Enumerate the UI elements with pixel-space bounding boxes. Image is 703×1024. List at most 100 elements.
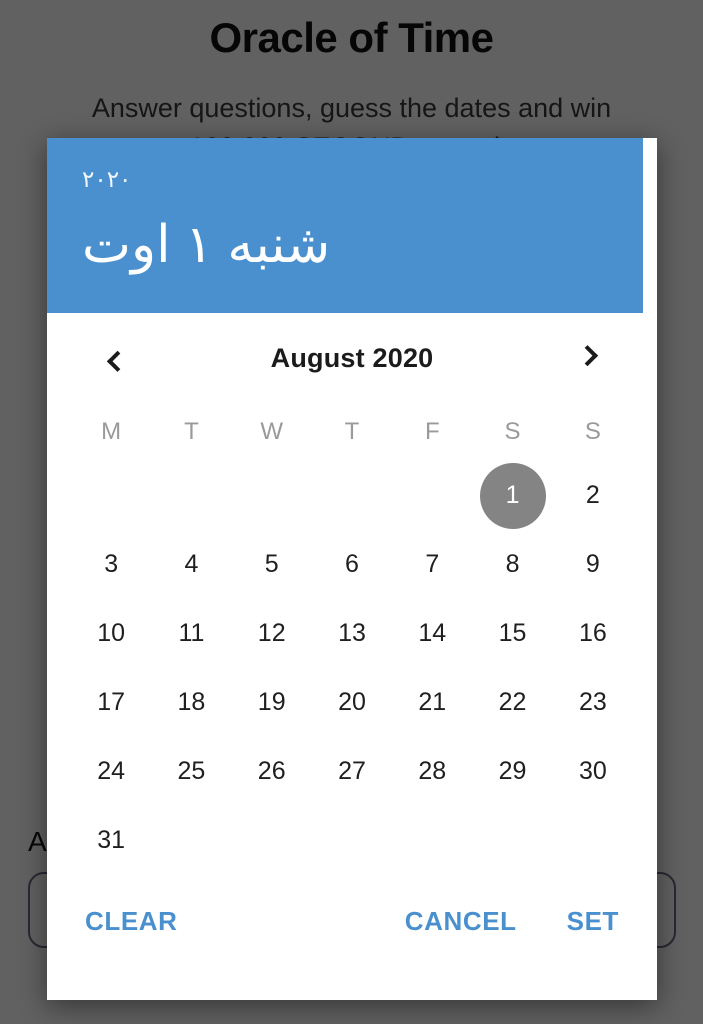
day-cell[interactable]: 28	[392, 737, 472, 806]
day-number: 30	[578, 757, 607, 785]
day-number: 5	[264, 550, 279, 578]
day-number	[480, 808, 546, 874]
day-cell[interactable]: 24	[71, 737, 151, 806]
day-cell-empty	[553, 806, 633, 875]
day-number: 11	[178, 619, 205, 647]
weekday-header-cell: S	[584, 418, 601, 445]
day-cell-empty	[71, 461, 151, 530]
day-cell[interactable]: 26	[232, 737, 312, 806]
weekday-header-cell: T	[344, 418, 360, 445]
dialog-actions: CLEAR CANCEL SET	[47, 882, 657, 1000]
weekday-header-cell: F	[424, 418, 440, 445]
day-number: 26	[257, 757, 286, 785]
weekday-header-cell: M	[101, 418, 122, 445]
day-number: 21	[418, 688, 447, 716]
day-number	[319, 463, 385, 529]
chevron-right-icon	[576, 344, 598, 366]
day-number: 27	[338, 757, 366, 785]
day-number: 29	[498, 757, 527, 785]
set-button[interactable]: SET	[563, 900, 623, 943]
month-navigation: August 2020	[71, 313, 633, 403]
weekday-header-cell: W	[260, 418, 284, 445]
day-number	[239, 808, 305, 874]
day-cell-empty	[392, 461, 472, 530]
cancel-button[interactable]: CANCEL	[401, 900, 521, 943]
day-number: 20	[338, 688, 366, 716]
day-number	[78, 463, 144, 529]
day-number	[239, 463, 305, 529]
day-cell[interactable]: 31	[71, 806, 151, 875]
day-cell[interactable]: 22	[472, 668, 552, 737]
prev-month-button[interactable]	[95, 336, 139, 380]
day-number: 24	[97, 757, 126, 785]
day-cell[interactable]: 7	[392, 530, 472, 599]
day-cell[interactable]: 20	[312, 668, 392, 737]
day-number	[158, 463, 224, 529]
day-number: 9	[585, 550, 600, 578]
day-cell[interactable]: 17	[71, 668, 151, 737]
day-cell[interactable]: 9	[553, 530, 633, 599]
day-cell[interactable]: 30	[553, 737, 633, 806]
day-cell[interactable]: 6	[312, 530, 392, 599]
weekday-header-row: MTWTFSS	[71, 403, 633, 461]
day-cell[interactable]: 5	[232, 530, 312, 599]
day-cell[interactable]: 18	[151, 668, 231, 737]
weekday-header-cell: T	[184, 418, 199, 445]
day-cell-empty	[312, 806, 392, 875]
day-cell-empty	[232, 806, 312, 875]
day-cell[interactable]: 15	[472, 599, 552, 668]
day-grid: 1 2 3 4 5 6 7 8 9 10 11 12 13 14 15 16 17 18 19 20 21 22 23 24 2…	[71, 461, 633, 875]
day-number: 19	[257, 688, 286, 716]
day-number: 13	[338, 619, 366, 647]
day-cell[interactable]: 14	[392, 599, 472, 668]
day-cell-empty	[472, 806, 552, 875]
day-number: 6	[345, 550, 359, 578]
day-cell[interactable]: 21	[392, 668, 472, 737]
day-number: 23	[578, 688, 607, 716]
day-number: 18	[177, 688, 206, 716]
day-cell[interactable]: 23	[553, 668, 633, 737]
day-number: 12	[257, 619, 286, 647]
day-number: 16	[578, 619, 607, 647]
day-cell[interactable]: 27	[312, 737, 392, 806]
day-number	[399, 808, 465, 874]
day-cell[interactable]: 3	[71, 530, 151, 599]
day-cell-empty	[312, 461, 392, 530]
day-number: 31	[97, 826, 126, 854]
day-cell[interactable]: 19	[232, 668, 312, 737]
day-number: 10	[97, 619, 126, 647]
day-number	[158, 808, 224, 874]
next-month-button[interactable]	[565, 336, 609, 380]
weekday-header-cell: S	[504, 418, 521, 445]
day-number	[399, 463, 465, 529]
chevron-left-icon	[106, 350, 128, 372]
day-cell[interactable]: 1	[472, 461, 552, 530]
day-number: 15	[498, 619, 527, 647]
day-number: 4	[184, 550, 199, 578]
day-cell-empty	[232, 461, 312, 530]
day-cell[interactable]: 25	[151, 737, 231, 806]
day-number: 3	[104, 550, 119, 578]
date-picker-header: ۲۰۲۰ شنبه ۱ اوت	[47, 138, 643, 313]
day-cell[interactable]: 12	[232, 599, 312, 668]
day-cell[interactable]: 29	[472, 737, 552, 806]
day-cell[interactable]: 2	[553, 461, 633, 530]
day-number: 8	[505, 550, 520, 578]
date-picker-dialog: ۲۰۲۰ شنبه ۱ اوت August 2020 MTWTFSS 1234…	[47, 138, 657, 1000]
day-cell[interactable]: 8	[472, 530, 552, 599]
day-number: 7	[425, 550, 440, 578]
day-cell[interactable]: 13	[312, 599, 392, 668]
header-year-label[interactable]: ۲۰۲۰	[82, 168, 643, 191]
day-cell[interactable]: 10	[71, 599, 151, 668]
day-number	[560, 808, 626, 874]
day-cell[interactable]: 4	[151, 530, 231, 599]
month-year-label: August 2020	[270, 342, 434, 373]
header-selected-date-label[interactable]: شنبه ۱ اوت	[82, 213, 643, 278]
day-cell[interactable]: 16	[553, 599, 633, 668]
day-cell[interactable]: 11	[151, 599, 231, 668]
calendar-body: August 2020 MTWTFSS 1 2 3 4 5 6 7 8 9 10 11 12 13 14 1…	[47, 313, 657, 882]
clear-button[interactable]: CLEAR	[81, 900, 182, 943]
day-cell-empty	[151, 806, 231, 875]
day-number: 1	[479, 462, 546, 529]
day-number: 22	[498, 688, 527, 716]
